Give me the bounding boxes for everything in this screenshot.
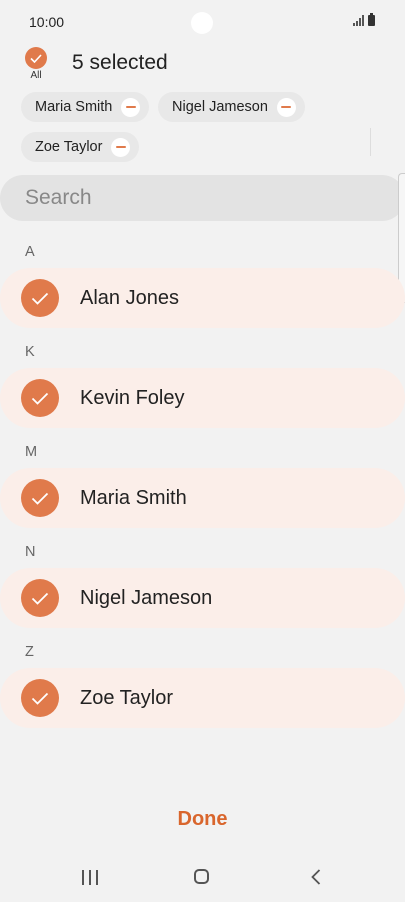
- checkmark-icon[interactable]: [21, 279, 59, 317]
- checkmark-icon[interactable]: [21, 679, 59, 717]
- chip-label: Zoe Taylor: [35, 139, 103, 155]
- selected-count: 5 selected: [72, 51, 168, 74]
- contact-name: Kevin Foley: [80, 386, 185, 409]
- chip-label: Nigel Jameson: [172, 99, 268, 115]
- chip[interactable]: Zoe Taylor: [21, 132, 140, 162]
- select-all-toggle[interactable]: All: [24, 47, 48, 81]
- search-input[interactable]: Search: [0, 175, 405, 221]
- divider: [370, 128, 371, 156]
- checkmark-icon: [25, 47, 47, 69]
- checkmark-icon[interactable]: [21, 579, 59, 617]
- contact-row[interactable]: Kevin Foley: [0, 368, 405, 428]
- signal-icon: [353, 15, 364, 26]
- contact-row[interactable]: Maria Smith: [0, 468, 405, 528]
- contact-row[interactable]: Nigel Jameson: [0, 568, 405, 628]
- battery-icon: [368, 13, 375, 26]
- contact-row[interactable]: Alan Jones: [0, 268, 405, 328]
- remove-icon[interactable]: [276, 97, 296, 117]
- contact-name: Maria Smith: [80, 486, 187, 509]
- done-button[interactable]: Done: [0, 808, 405, 831]
- remove-icon[interactable]: [121, 97, 141, 117]
- search-placeholder: Search: [25, 186, 92, 209]
- navigation-bar: [0, 858, 405, 902]
- section-header: Z: [25, 644, 34, 660]
- section-header: N: [25, 544, 36, 560]
- remove-icon[interactable]: [111, 137, 131, 157]
- section-header: K: [25, 344, 35, 360]
- contact-name: Alan Jones: [80, 286, 179, 309]
- status-bar: 10:00: [0, 0, 405, 44]
- recent-apps-icon[interactable]: [82, 870, 98, 885]
- back-icon[interactable]: [311, 869, 321, 890]
- camera-cutout: [191, 12, 213, 34]
- section-header: A: [25, 244, 35, 260]
- section-header: M: [25, 444, 38, 460]
- select-all-label: All: [30, 70, 42, 81]
- chip-label: Maria Smith: [35, 99, 113, 115]
- contact-name: Nigel Jameson: [80, 586, 213, 609]
- status-icons: [353, 13, 375, 26]
- checkmark-icon[interactable]: [21, 479, 59, 517]
- chip[interactable]: Nigel Jameson: [158, 92, 305, 122]
- home-icon[interactable]: [194, 869, 209, 884]
- status-time: 10:00: [29, 14, 65, 30]
- chip[interactable]: Maria Smith: [21, 92, 150, 122]
- checkmark-icon[interactable]: [21, 379, 59, 417]
- contact-name: Zoe Taylor: [80, 686, 174, 709]
- contact-row[interactable]: Zoe Taylor: [0, 668, 405, 728]
